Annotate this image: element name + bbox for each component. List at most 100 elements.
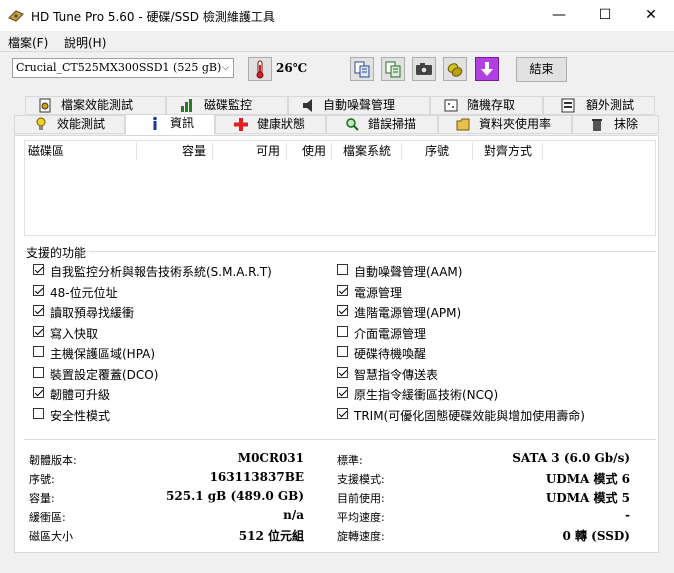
menu-file[interactable]: 檔案(F): [8, 34, 48, 51]
copy-info-icon: [385, 61, 401, 78]
options-icon: [447, 63, 463, 77]
info-value: n/a: [283, 508, 304, 522]
info-label: 磁區大小: [29, 530, 73, 543]
info-icon: [153, 116, 157, 130]
checkbox[interactable]: [33, 325, 44, 337]
bar-chart-icon: [181, 99, 192, 112]
tab-aam[interactable]: 自動噪聲管理: [288, 96, 430, 115]
info-label: 韌體版本:: [29, 454, 77, 467]
info-label: 緩衝區:: [29, 511, 66, 524]
info-label: 旋轉速度:: [337, 530, 385, 543]
checkbox[interactable]: [337, 284, 348, 296]
info-value: UDMA 模式 5: [545, 491, 630, 505]
trash-icon: [592, 119, 602, 131]
info-label: 容量:: [29, 492, 55, 505]
column-header-serial[interactable]: 序號: [402, 142, 473, 160]
info-value: SATA 3 (6.0 Gb/s): [512, 451, 630, 465]
save-button[interactable]: [475, 57, 499, 81]
extra-tests-icon: [561, 98, 575, 113]
checkbox[interactable]: [337, 366, 348, 378]
temperature-button[interactable]: [248, 57, 272, 81]
checkbox[interactable]: [33, 346, 44, 357]
checkbox[interactable]: [33, 387, 44, 398]
health-cross-icon: [234, 118, 248, 131]
column-header-free[interactable]: 可用: [213, 142, 287, 160]
info-label: 平均速度:: [337, 511, 385, 524]
checkbox[interactable]: [337, 264, 348, 275]
tab-erase[interactable]: 抹除: [572, 115, 659, 134]
info-label: 目前使用:: [337, 492, 385, 505]
copy-info-button[interactable]: [381, 57, 405, 81]
column-header-filesystem[interactable]: 檔案系統: [332, 142, 402, 160]
checkbox[interactable]: [337, 305, 348, 316]
screenshot-button[interactable]: [412, 57, 436, 81]
feature-label: 安全性模式: [50, 408, 111, 423]
checkbox[interactable]: [33, 305, 44, 316]
tab-error-scan[interactable]: 錯誤掃描: [326, 115, 438, 134]
checkbox[interactable]: [337, 407, 348, 419]
tab-info[interactable]: 資訊: [125, 114, 215, 135]
menu-help[interactable]: 說明(H): [64, 34, 106, 51]
tab-health[interactable]: 健康狀態: [215, 115, 326, 134]
thermometer-icon: [256, 60, 264, 79]
feature-label: 寫入快取: [50, 326, 99, 341]
tab-file-benchmark[interactable]: 檔案效能測試: [25, 96, 166, 115]
tab-folder-usage[interactable]: 資料夾使用率: [438, 115, 572, 134]
minimize-button[interactable]: —: [536, 0, 582, 31]
checkbox[interactable]: [337, 325, 348, 337]
checkbox[interactable]: [33, 264, 44, 275]
maximize-button[interactable]: ☐: [582, 0, 628, 31]
info-value: 512 位元組: [238, 529, 304, 543]
feature-label: 自動噪聲管理(AAM): [354, 265, 463, 279]
column-header-used[interactable]: 使用: [287, 142, 332, 160]
column-header-alignment[interactable]: 對齊方式: [473, 142, 543, 160]
options-button[interactable]: [443, 57, 467, 81]
feature-label: 智慧指令傳送表: [354, 367, 439, 382]
tab-extra-tests[interactable]: 額外測試: [543, 96, 655, 115]
info-value: 525.1 gB (489.0 GB): [166, 489, 304, 503]
info-label: 序號:: [29, 473, 55, 486]
feature-label: 電源管理: [354, 285, 403, 300]
copy-text-button[interactable]: [350, 57, 374, 81]
tab-random-access[interactable]: 隨機存取: [430, 96, 543, 115]
tab-benchmark[interactable]: 效能測試: [14, 115, 125, 134]
supported-features-title: 支援的功能: [26, 244, 90, 261]
feature-label: 裝置設定覆蓋(DCO): [50, 367, 159, 382]
close-button[interactable]: ✕: [628, 0, 674, 31]
drive-select-value: Crucial_CT525MX300SSD1 (525 gB): [16, 61, 222, 74]
checkbox[interactable]: [337, 346, 348, 357]
feature-label: 硬碟待機喚醒: [354, 347, 427, 361]
feature-label: 韌體可升級: [50, 388, 111, 402]
info-value: -: [625, 508, 630, 522]
column-header-capacity[interactable]: 容量: [137, 142, 213, 160]
feature-label: 讀取預尋找緩衝: [50, 306, 135, 320]
info-label: 支援模式:: [337, 473, 385, 486]
tab-disk-monitor[interactable]: 磁碟監控: [166, 96, 288, 115]
copy-text-icon: [354, 61, 370, 78]
folder-icon: [456, 118, 470, 131]
checkbox[interactable]: [33, 407, 44, 419]
drive-select[interactable]: Crucial_CT525MX300SSD1 (525 gB) ⌵: [12, 58, 234, 78]
temperature-readout: 26℃: [276, 61, 308, 75]
checkbox[interactable]: [33, 366, 44, 378]
magnifier-icon: [346, 118, 359, 131]
info-value: UDMA 模式 6: [545, 472, 630, 486]
chevron-down-icon: ⌵: [222, 63, 229, 73]
window-title: HD Tune Pro 5.60 - 硬碟/SSD 檢測維護工具: [31, 10, 275, 24]
checkbox[interactable]: [33, 284, 44, 296]
checkbox[interactable]: [337, 387, 348, 398]
feature-label: 48-位元位址: [50, 285, 118, 300]
feature-label: 原生指令緩衝區技術(NCQ): [354, 388, 499, 402]
info-value: 0 轉 (SSD): [562, 529, 630, 543]
info-value: M0CR031: [237, 451, 304, 465]
exit-button[interactable]: 結束: [516, 57, 567, 82]
lightbulb-icon: [36, 117, 46, 130]
speaker-icon: [303, 99, 312, 112]
feature-label: 進階電源管理(APM): [354, 306, 462, 320]
file-benchmark-icon: [39, 98, 51, 113]
column-header-volume[interactable]: 磁碟區: [25, 142, 137, 160]
download-arrow-icon: [481, 62, 493, 76]
info-label: 標準:: [337, 454, 363, 467]
hd-tune-app-icon: [8, 10, 24, 22]
feature-label: 主機保護區域(HPA): [50, 347, 156, 361]
